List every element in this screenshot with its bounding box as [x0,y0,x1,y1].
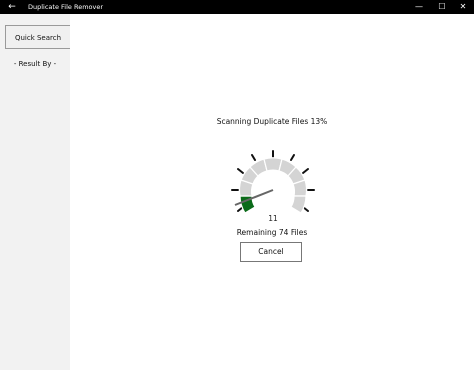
sidebar: Quick Search - Result By - [0,14,71,370]
result-by-label: - Result By - [13,60,57,68]
close-button[interactable]: ✕ [452,0,474,14]
cancel-button[interactable]: Cancel [240,242,302,262]
window-title: Duplicate File Remover [28,3,104,11]
gauge-value: 11 [268,214,278,223]
remaining-files-text: Remaining 74 Files [236,228,308,237]
quick-search-button[interactable]: Quick Search [5,25,71,49]
minimize-button[interactable]: — [408,0,430,14]
title-bar: ← Duplicate File Remover — ☐ ✕ [0,0,474,14]
main-panel: Scanning Duplicate Files 13% 11 Remainin… [70,14,474,370]
scan-status-text: Scanning Duplicate Files 13% [216,117,328,126]
scan-progress-gauge: 11 [231,150,315,223]
back-arrow-icon[interactable]: ← [6,0,18,14]
gauge-segments [238,157,308,214]
maximize-button[interactable]: ☐ [431,0,453,14]
